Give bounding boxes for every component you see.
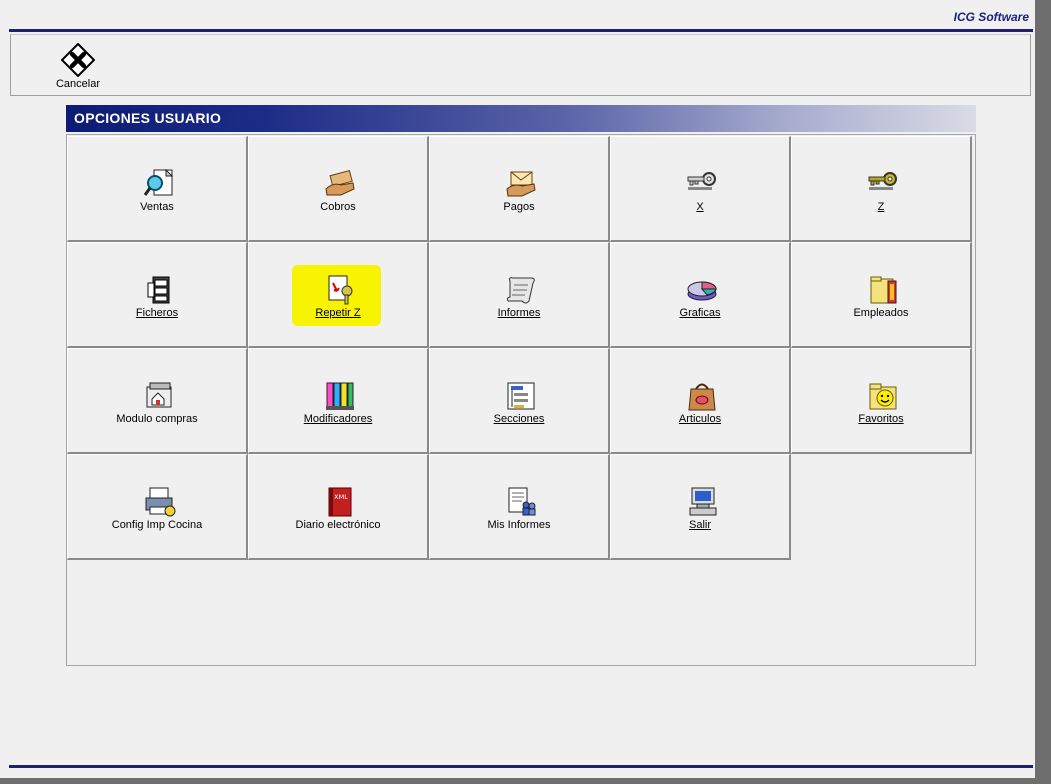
option-label: Modulo compras — [116, 413, 198, 425]
sections-tree-icon — [504, 379, 538, 413]
pie-chart-icon — [685, 273, 719, 307]
gold-key-icon — [866, 167, 900, 201]
option-tile-informes[interactable]: Informes — [429, 242, 610, 348]
option-tile-z[interactable]: Z — [791, 136, 972, 242]
option-label: Salir — [688, 519, 711, 531]
option-label: Cobros — [320, 201, 356, 213]
option-label: Config Imp Cocina — [111, 519, 203, 531]
shopping-bag-icon — [685, 379, 719, 413]
toolbar: Cancelar — [10, 34, 1031, 96]
option-tile-x[interactable]: X — [610, 136, 791, 242]
option-label: Articulos — [678, 413, 722, 425]
option-tile-favoritos[interactable]: Favoritos — [791, 348, 972, 454]
svg-text:XML: XML — [334, 493, 348, 501]
bottom-rule — [9, 765, 1033, 768]
cancel-button[interactable]: Cancelar — [50, 43, 106, 93]
option-tile-mis-informes[interactable]: Mis Informes — [429, 454, 610, 560]
option-tile-modificadores[interactable]: Modificadores — [248, 348, 429, 454]
hand-money-icon — [323, 167, 357, 201]
option-tile-config-imp-cocina[interactable]: Config Imp Cocina — [67, 454, 248, 560]
purchases-module-icon — [142, 379, 176, 413]
option-tile-pagos[interactable]: Pagos — [429, 136, 610, 242]
xml-book-icon: XML — [323, 485, 357, 519]
option-label: Favoritos — [858, 413, 904, 425]
section-header: OPCIONES USUARIO — [66, 105, 976, 132]
option-label: Diario electrónico — [295, 519, 381, 531]
option-label: Z — [877, 201, 885, 213]
hand-envelope-icon — [504, 167, 538, 201]
app-window: ICG Software Cancelar OPCIONES USUARIO V… — [0, 0, 1035, 778]
option-label: Modificadores — [303, 413, 373, 425]
option-tile-ventas[interactable]: Ventas — [67, 136, 248, 242]
cancel-icon — [61, 43, 95, 77]
scroll-icon — [504, 273, 538, 307]
option-label: Graficas — [679, 307, 721, 319]
smiley-folder-icon — [866, 379, 900, 413]
cancel-label: Cancelar — [55, 78, 101, 90]
kitchen-printer-icon — [142, 485, 176, 519]
option-label: Informes — [497, 307, 541, 319]
option-label: Secciones — [493, 413, 545, 425]
option-label: Empleados — [853, 307, 909, 319]
option-tile-cobros[interactable]: Cobros — [248, 136, 429, 242]
option-label: Pagos — [503, 201, 535, 213]
option-tile-salir[interactable]: Salir — [610, 454, 791, 560]
document-key-icon — [323, 273, 357, 307]
option-label: X — [696, 201, 704, 213]
top-rule — [9, 29, 1033, 32]
option-label: Ficheros — [135, 307, 179, 319]
option-tile-diario-electr-nico[interactable]: XML Diario electrónico — [248, 454, 429, 560]
section-title: OPCIONES USUARIO — [74, 110, 222, 126]
option-tile-repetir-z[interactable]: Repetir Z — [248, 242, 429, 348]
exit-computer-icon — [685, 485, 719, 519]
option-tile-secciones[interactable]: Secciones — [429, 348, 610, 454]
brand-label: ICG Software — [953, 10, 1029, 24]
option-tile-ficheros[interactable]: Ficheros — [67, 242, 248, 348]
option-label: Ventas — [140, 201, 174, 213]
silver-key-icon — [685, 167, 719, 201]
option-label: Repetir Z — [315, 307, 361, 319]
option-label: Mis Informes — [487, 519, 551, 531]
chess-pieces-icon — [323, 379, 357, 413]
option-tile-articulos[interactable]: Articulos — [610, 348, 791, 454]
employees-folder-icon — [866, 273, 900, 307]
option-tile-graficas[interactable]: Graficas — [610, 242, 791, 348]
filing-cabinet-icon — [142, 273, 176, 307]
option-tile-modulo-compras[interactable]: Modulo compras — [67, 348, 248, 454]
report-users-icon — [504, 485, 538, 519]
magnifier-document-icon — [142, 167, 176, 201]
option-tile-empleados[interactable]: Empleados — [791, 242, 972, 348]
